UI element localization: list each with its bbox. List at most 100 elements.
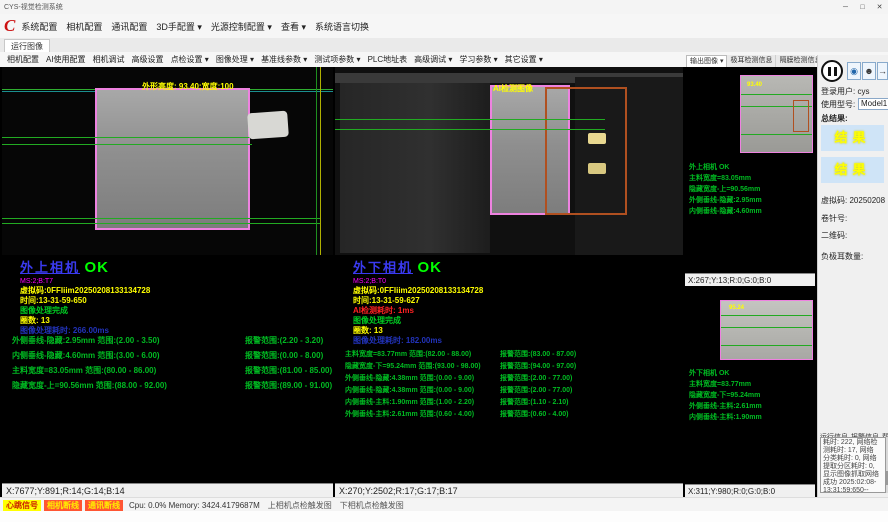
alarm-range: 报警范围:(1.10 - 2.10) [500, 397, 568, 407]
ribbon-image-processing[interactable]: 图像处理 ▾ [216, 54, 254, 65]
exit-icon: → [878, 66, 887, 76]
ribbon-learning-params[interactable]: 学习参数 ▾ [459, 54, 497, 65]
upper-camera-result-block: 外上相机 OK MS:2;B:T7 虚拟码:0FFIiim20250208133… [20, 257, 150, 336]
ribbon-camera-debug[interactable]: 相机调试 [93, 54, 125, 65]
ribbon-test-params[interactable]: 测试项参数 ▾ [314, 54, 360, 65]
barcode-text: 虚拟码:0FFIiim20250208133134728 [20, 286, 150, 296]
sub-info: MS:2;B:T0 [353, 277, 483, 286]
process-done-text: 图像处理完成 [353, 316, 483, 326]
exit-button[interactable]: → [877, 62, 888, 80]
alarm-range: 报警范围:(81.00 - 85.00) [245, 365, 332, 376]
control-panel: ◉ ☻ → 登录用户: cys 使用型号: Model1 总结果: 结果 结果 … [817, 55, 888, 497]
lower-camera-trigger-link[interactable]: 下相机点检触发图 [340, 500, 404, 511]
measure-value: 内侧垂线-隐藏:4.38mm 范围:(0.00 - 9.00) [345, 387, 474, 394]
cursor-coords-preview-top: X:267;Y:13;R:0;G:0;B:0 [685, 273, 815, 286]
user-button[interactable]: ☻ [862, 62, 876, 80]
main-view: 外形高度: 93.40;宽度:100 外上相机 OK MS:2;B:T7 虚拟码… [0, 67, 817, 497]
turn-count-text: 圈数: 13 [353, 326, 483, 336]
menu-3d-hand-config[interactable]: 3D手配置 ▾ [156, 20, 202, 33]
ribbon-spot-check[interactable]: 点检设置 ▾ [171, 54, 209, 65]
lower-camera-image[interactable]: AI检测图像 [335, 67, 683, 255]
preview-bottom-text: 外下相机 OK 主料宽度=83.77mm 隐藏宽度-下=95.24mm 外侧垂线… [689, 368, 762, 423]
negative-tab-count-label: 负极耳数量: [821, 251, 863, 262]
alarm-range: 报警范围:(0.60 - 4.00) [500, 409, 568, 419]
result-box-lower: 结果 [821, 157, 884, 183]
status-ok: OK [84, 259, 109, 276]
time-text: 时间:13-31-59-627 [353, 296, 483, 306]
tab-run-image[interactable]: 运行图像 [4, 39, 50, 53]
ribbon-other-settings[interactable]: 其它设置 ▾ [505, 54, 543, 65]
status-ok: OK [417, 259, 442, 276]
measurement-row: 外侧垂线-主料:2.61mm 范围:(0.60 - 4.00) 报警范围:(0.… [345, 409, 693, 419]
ribbon-advanced-settings[interactable]: 高级设置 [132, 54, 164, 65]
camera-icon: ◉ [850, 66, 858, 77]
highlight-glint [588, 133, 606, 144]
pause-button[interactable] [821, 60, 843, 82]
virtual-code-value: 20250208 [849, 196, 885, 205]
preview-top-image[interactable]: 93.40 [740, 75, 813, 153]
ribbon-ai-use-config[interactable]: AI使用配置 [46, 54, 86, 65]
preview-line: 外侧垂线-隐藏:2.95mm [689, 195, 762, 206]
user-icon: ☻ [864, 66, 873, 76]
preview-bottom-image[interactable]: 95.24 [720, 300, 813, 360]
upper-camera-trigger-link[interactable]: 上相机点检触发图 [268, 500, 332, 511]
alarm-range: 报警范围:(2.20 - 3.20) [245, 335, 323, 346]
menu-view[interactable]: 查看 ▾ [281, 20, 306, 33]
preview-line: 隐藏宽度-上=90.56mm [689, 184, 762, 195]
preview-line: 外下相机 OK [689, 368, 762, 379]
title-bar: CYS-视觉检测系统 ─ □ ✕ [0, 0, 888, 15]
sub-info: MS:2;B:T7 [20, 277, 150, 286]
cursor-coords-lower: X:270;Y:2502;R:17;G:17;B:17 [335, 483, 683, 497]
ribbon-camera-config[interactable]: 相机配置 [7, 54, 39, 65]
virtual-code-label: 虚拟码: [821, 196, 847, 205]
measurement-row: 主料宽度=83.05mm 范围:(80.00 - 86.00) 报警范围:(81… [12, 365, 343, 376]
menu-system-config[interactable]: 系统配置 [21, 20, 57, 33]
minimize-icon[interactable]: ─ [837, 1, 854, 14]
upper-camera-image[interactable]: 外形高度: 93.40;宽度:100 [2, 67, 333, 255]
menu-bar: C 系统配置 相机配置 通讯配置 3D手配置 ▾ 光源控制配置 ▾ 查看 ▾ 系… [0, 14, 888, 39]
measurement-row: 隐藏宽度-下=95.24mm 范围:(93.00 - 98.00) 报警范围:(… [345, 361, 693, 371]
login-user-row: 登录用户: cys [821, 86, 869, 97]
model-value-field[interactable]: Model1 [858, 98, 888, 110]
maximize-icon[interactable]: □ [854, 1, 871, 14]
preview-line: 内侧垂线-隐藏:4.60mm [689, 206, 762, 217]
measurement-row: 内侧垂线-隐藏:4.60mm 范围:(3.00 - 6.00) 报警范围:(0.… [12, 350, 343, 361]
measure-line [2, 218, 320, 219]
menu-camera-config[interactable]: 相机配置 [66, 20, 102, 33]
measurement-row: 主料宽度=83.77mm 范围:(82.00 - 88.00) 报警范围:(83… [345, 349, 693, 359]
preview-bottom-panel: 95.24 外下相机 OK 主料宽度=83.77mm 隐藏宽度-下=95.24m… [685, 288, 815, 497]
ribbon-plc-address[interactable]: PLC地址表 [368, 54, 408, 65]
upper-camera-panel: 外形高度: 93.40;宽度:100 外上相机 OK MS:2;B:T7 虚拟码… [2, 67, 333, 497]
qr-code-label: 二维码: [821, 230, 847, 241]
ai-detect-box [545, 87, 627, 215]
model-label: 使用型号: [821, 99, 855, 110]
alarm-range: 报警范围:(83.00 - 87.00) [500, 349, 576, 359]
cell-outline [95, 88, 250, 230]
cpu-memory-text: Cpu: 0.0% Memory: 3424.4179687M [129, 501, 260, 510]
menu-comm-config[interactable]: 通讯配置 [111, 20, 147, 33]
measurement-row: 内侧垂线-隐藏:4.38mm 范围:(0.00 - 9.00) 报警范围:(2.… [345, 385, 693, 395]
machine-part [340, 83, 490, 253]
ribbon-baseline-params[interactable]: 基准线参数 ▾ [261, 54, 307, 65]
preview-line: 主料宽度=83.77mm [689, 379, 762, 390]
measure-value: 外侧垂线-主料:2.61mm 范围:(0.60 - 4.00) [345, 411, 474, 418]
menu-language-switch[interactable]: 系统语言切换 [315, 20, 369, 33]
measure-value: 内侧垂线-隐藏:4.60mm 范围:(3.00 - 6.00) [12, 351, 160, 360]
camera-capture-button[interactable]: ◉ [847, 62, 861, 80]
ribbon-advanced-debug[interactable]: 高级调试 ▾ [414, 54, 452, 65]
image-overlay-label: AI检测图像 [493, 83, 533, 94]
menu-light-control-config[interactable]: 光源控制配置 ▾ [211, 20, 272, 33]
close-icon[interactable]: ✕ [871, 1, 888, 14]
lower-camera-panel: AI检测图像 外下相机 OK MS:2;B:T0 虚拟码:0FFIiim2025… [335, 67, 683, 497]
preview-line: 外侧垂线-主料:2.61mm [689, 401, 762, 412]
turn-count-text: 圈数: 13 [20, 316, 150, 326]
image-overlay-label: 外形高度: 93.40;宽度:100 [142, 81, 234, 92]
measure-value: 隐藏宽度-下=95.24mm 范围:(93.00 - 98.00) [345, 363, 481, 370]
measure-line [335, 119, 605, 120]
measure-value: 外侧垂线-隐藏:2.95mm 范围:(2.00 - 3.50) [12, 336, 160, 345]
measure-line [2, 223, 320, 224]
log-output-box[interactable]: 耗时: 222, 网络检测耗时: 17, 网络分类耗时: 0, 网络提取分区耗时… [820, 437, 886, 493]
measure-value: 外侧垂线-隐藏:4.38mm 范围:(0.00 - 9.00) [345, 375, 474, 382]
barcode-text: 虚拟码:0FFIiim20250208133134728 [353, 286, 483, 296]
measure-line [335, 129, 605, 130]
